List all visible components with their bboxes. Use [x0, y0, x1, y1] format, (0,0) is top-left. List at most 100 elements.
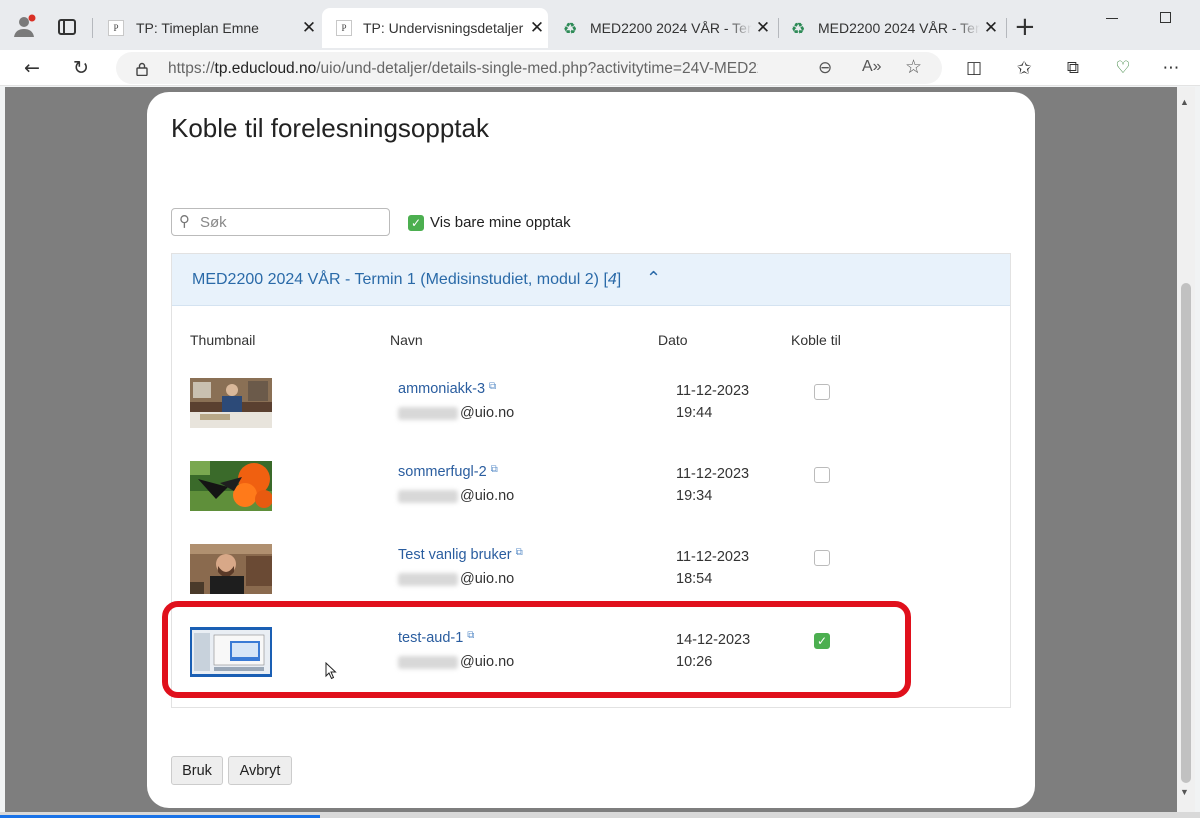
scrollbar-thumb[interactable] — [1181, 283, 1191, 783]
browser-essentials-icon[interactable]: ♡ — [1109, 54, 1137, 82]
close-tab-icon[interactable]: ✕ — [298, 18, 320, 38]
external-link-icon: ⧉ — [490, 464, 498, 475]
lock-icon[interactable] — [136, 62, 148, 77]
connect-checkbox[interactable] — [814, 467, 830, 483]
recording-date-day: 11-12-2023 — [676, 549, 750, 565]
chevron-up-icon[interactable]: ⌃ — [646, 268, 661, 289]
collections-icon[interactable]: ⧉ — [1059, 54, 1087, 82]
favorite-star-icon[interactable]: ☆ — [905, 56, 922, 78]
minimize-icon[interactable] — [1106, 18, 1118, 19]
recording-thumbnail — [190, 461, 272, 511]
course-group-title[interactable]: MED2200 2024 VÅR - Termin 1 (Medisinstud… — [192, 271, 621, 289]
course-group-header[interactable]: MED2200 2024 VÅR - Termin 1 (Medisinstud… — [172, 254, 1010, 306]
tab-timeplan[interactable]: P TP: Timeplan Emne ✕ — [100, 8, 320, 48]
recording-row: sommerfugl-2 ⧉ @uio.no 11-12-2023 19:34 — [172, 450, 1010, 511]
recycle-favicon: ♻ — [790, 18, 806, 38]
recording-date: 11-12-2023 19:34 — [676, 463, 749, 507]
recording-date: 11-12-2023 18:54 — [676, 546, 749, 590]
blurred-username — [398, 406, 458, 420]
profile-icon[interactable] — [12, 14, 36, 38]
url-path: /uio/und-detaljer/details-single-med.php… — [316, 60, 758, 77]
recording-date-time: 18:54 — [676, 571, 713, 587]
recording-owner: @uio.no — [398, 405, 514, 421]
highlight-annotation — [162, 601, 911, 698]
tab-separator — [92, 18, 93, 38]
column-header-name: Navn — [390, 332, 423, 348]
zoom-icon[interactable]: ⊖ — [818, 58, 832, 78]
only-my-recordings-filter[interactable]: ✓ Vis bare mine opptak — [408, 214, 571, 231]
recording-thumbnail — [190, 378, 272, 428]
connect-checkbox[interactable] — [814, 384, 830, 400]
group-title-end: ] — [616, 271, 622, 288]
tab-separator — [1006, 18, 1007, 38]
tab-label: TP: Undervisningsdetaljer — [363, 20, 524, 36]
tab-label: MED2200 2024 VÅR - Termin 1 — [818, 20, 980, 36]
tab-med2200-1[interactable]: ♻ MED2200 2024 VÅR - Termin 1 ✕ — [558, 8, 774, 48]
search-box[interactable]: ⚲ — [171, 208, 390, 236]
tp-favicon: P — [336, 20, 352, 36]
new-tab-button[interactable]: + — [1014, 12, 1036, 42]
recording-name: Test vanlig bruker — [398, 547, 512, 563]
tab-separator — [778, 18, 779, 38]
read-aloud-icon[interactable]: A» — [862, 58, 882, 76]
apply-button[interactable]: Bruk — [171, 756, 223, 785]
address-bar[interactable]: https://tp.educloud.no/uio/und-detaljer/… — [116, 52, 942, 84]
connect-checkbox[interactable] — [814, 550, 830, 566]
external-link-icon: ⧉ — [515, 547, 523, 558]
group-title-text: MED2200 2024 VÅR - Termin 1 (Medisinstud… — [192, 271, 608, 288]
recording-name-link[interactable]: Test vanlig bruker ⧉ — [398, 547, 523, 563]
column-header-date: Dato — [658, 332, 688, 348]
tab-label: MED2200 2024 VÅR - Termin 1 — [590, 20, 752, 36]
only-my-recordings-label: Vis bare mine opptak — [430, 214, 571, 231]
recording-owner: @uio.no — [398, 571, 514, 587]
navigation-bar: ← ↻ https://tp.educloud.no/uio/und-detal… — [0, 50, 1200, 86]
tab-med2200-2[interactable]: ♻ MED2200 2024 VÅR - Termin 1 ✕ — [786, 8, 1002, 48]
recording-name: sommerfugl-2 — [398, 464, 487, 480]
scroll-down-icon[interactable]: ▼ — [1180, 787, 1189, 797]
recording-name-link[interactable]: ammoniakk-3 ⧉ — [398, 381, 496, 397]
close-tab-icon[interactable]: ✕ — [980, 18, 1002, 38]
recording-name-link[interactable]: sommerfugl-2 ⧉ — [398, 464, 498, 480]
recording-date-time: 19:34 — [676, 488, 713, 504]
recording-name: ammoniakk-3 — [398, 381, 486, 397]
recording-row: ammoniakk-3 ⧉ @uio.no 11-12-2023 19:44 — [172, 367, 1010, 428]
tab-bar: P TP: Timeplan Emne ✕ P TP: Undervisning… — [0, 0, 1200, 50]
column-header-connect: Koble til — [791, 332, 841, 348]
recording-thumbnail — [190, 544, 272, 594]
close-tab-icon[interactable]: ✕ — [526, 18, 548, 38]
column-header-thumbnail: Thumbnail — [190, 332, 256, 348]
scroll-up-icon[interactable]: ▲ — [1180, 97, 1189, 107]
tab-actions-icon[interactable] — [58, 19, 76, 35]
back-icon[interactable]: ← — [18, 54, 46, 82]
blurred-username — [398, 489, 458, 503]
maximize-icon[interactable] — [1160, 12, 1171, 23]
split-screen-icon[interactable]: ◫ — [960, 54, 988, 82]
recording-date-time: 19:44 — [676, 405, 713, 421]
bottom-strip — [0, 812, 1200, 818]
url-host: tp.educloud.no — [214, 60, 317, 77]
external-link-icon: ⧉ — [489, 381, 497, 392]
refresh-icon[interactable]: ↻ — [67, 54, 95, 82]
recording-row: Test vanlig bruker ⧉ @uio.no 11-12-2023 18… — [172, 533, 1010, 594]
page-scrollbar[interactable]: ▲ ▼ — [1177, 87, 1195, 812]
dialog-title: Koble til forelesningsopptak — [171, 113, 489, 143]
recording-date-day: 11-12-2023 — [676, 383, 750, 399]
close-tab-icon[interactable]: ✕ — [752, 18, 774, 38]
tab-undervisningsdetaljer[interactable]: P TP: Undervisningsdetaljer ✕ — [322, 8, 548, 48]
only-my-recordings-checkbox[interactable]: ✓ — [408, 214, 424, 231]
cancel-button[interactable]: Avbryt — [228, 756, 292, 785]
owner-email-domain: @uio.no — [460, 571, 515, 587]
mouse-cursor-icon — [325, 661, 337, 684]
favorites-icon[interactable]: ✩ — [1010, 54, 1038, 82]
owner-email-domain: @uio.no — [460, 488, 515, 504]
recording-date-day: 11-12-2023 — [676, 466, 750, 482]
recycle-favicon: ♻ — [562, 18, 578, 38]
blurred-username — [398, 572, 458, 586]
search-input[interactable] — [200, 213, 380, 231]
recording-date: 11-12-2023 19:44 — [676, 380, 749, 424]
url-text[interactable]: https://tp.educloud.no/uio/und-detaljer/… — [168, 60, 758, 78]
recording-owner: @uio.no — [398, 488, 514, 504]
more-menu-icon[interactable]: ⋯ — [1157, 54, 1185, 82]
url-prefix: https:// — [168, 60, 215, 77]
link-recording-dialog: Koble til forelesningsopptak ⚲ ✓ Vis bar… — [147, 92, 1035, 808]
